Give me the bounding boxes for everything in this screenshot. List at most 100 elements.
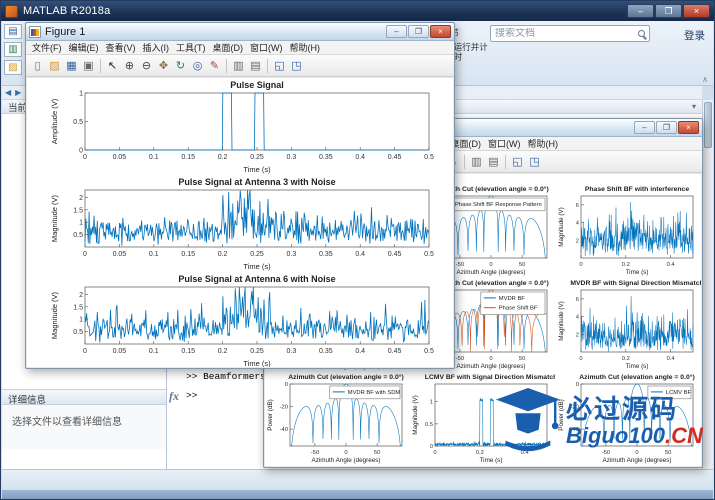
maximize-button[interactable]: ❐ (655, 4, 682, 18)
svg-text:0.25: 0.25 (250, 154, 264, 161)
menu-window[interactable]: 窗口(W) (250, 41, 283, 54)
toolbar-separator (100, 59, 101, 73)
svg-text:0.15: 0.15 (181, 251, 195, 258)
toolstrip-collapse-icon[interactable]: ∧ (702, 75, 708, 84)
svg-text:0.5: 0.5 (73, 329, 83, 336)
menu-desktop[interactable]: 桌面(D) (451, 137, 482, 150)
new-script-icon[interactable]: ▤ (4, 24, 22, 39)
close-button[interactable]: × (678, 121, 699, 134)
menu-help[interactable]: 帮助(H) (528, 137, 559, 150)
dock-figure-icon[interactable]: ◱ (271, 58, 288, 74)
svg-text:Azimuth Cut (elevation angle =: Azimuth Cut (elevation angle = 0.0°) (288, 373, 403, 381)
svg-text:Magnitude (V): Magnitude (V) (50, 194, 59, 242)
toolstrip-left-rail: ▤ ▥ ▨ (4, 24, 26, 75)
new-figure-icon[interactable]: ▯ (29, 58, 46, 74)
svg-text:0.5: 0.5 (424, 348, 434, 355)
menu-view[interactable]: 查看(V) (106, 41, 136, 54)
brush-data-icon[interactable]: ✎ (206, 58, 223, 74)
open-file-icon[interactable]: ▨ (46, 58, 63, 74)
figure1-titlebar[interactable]: Figure 1 –❐× (26, 23, 454, 41)
menu-help[interactable]: 帮助(H) (290, 41, 321, 54)
insert-legend-icon[interactable]: ▤ (247, 58, 264, 74)
close-button[interactable]: × (683, 4, 710, 18)
svg-text:Azimuth Angle (degrees): Azimuth Angle (degrees) (457, 363, 526, 370)
svg-text:Azimuth Angle (degrees): Azimuth Angle (degrees) (457, 269, 526, 276)
insert-colorbar-icon[interactable]: ▥ (468, 154, 485, 170)
svg-text:0.1: 0.1 (149, 154, 159, 161)
zoom-in-icon[interactable]: ⊕ (121, 58, 138, 74)
statusbar (2, 469, 713, 490)
svg-text:0.45: 0.45 (388, 154, 402, 161)
svg-text:0.5: 0.5 (73, 119, 83, 126)
svg-text:0.2: 0.2 (218, 251, 228, 258)
zoom-out-icon[interactable]: ⊖ (138, 58, 155, 74)
figure-icon (29, 26, 41, 38)
maximize-button[interactable]: ❐ (408, 25, 429, 38)
svg-text:0.2: 0.2 (218, 154, 228, 161)
search-icon[interactable] (638, 30, 645, 37)
svg-text:MVDR BF with Signal Direction: MVDR BF with Signal Direction Mismatch (570, 280, 701, 287)
run-and-time-label: 运行并计时 (454, 43, 494, 63)
scrollbar-thumb[interactable] (704, 102, 712, 148)
data-cursor-icon[interactable]: ◎ (189, 58, 206, 74)
figure2-subplot-7: Azimuth Cut (elevation angle = 0.0°)-500… (265, 372, 410, 466)
svg-text:0.05: 0.05 (113, 348, 127, 355)
svg-text:0.2: 0.2 (476, 450, 484, 456)
svg-text:0.45: 0.45 (388, 348, 402, 355)
svg-text:Time (s): Time (s) (243, 165, 271, 174)
maximize-button[interactable]: ❐ (656, 121, 677, 134)
main-window-title: MATLAB R2018a (23, 5, 110, 17)
svg-text:0.2: 0.2 (621, 356, 629, 362)
figure1-subplot-3: Pulse Signal at Antenna 6 with Noise00.0… (27, 272, 453, 367)
doc-search-input[interactable] (495, 28, 635, 39)
menu-insert[interactable]: 插入(I) (143, 41, 170, 54)
menu-file[interactable]: 文件(F) (32, 41, 62, 54)
dock-figure-icon[interactable]: ◱ (509, 154, 526, 170)
rotate-3d-icon[interactable]: ↻ (172, 58, 189, 74)
svg-text:2: 2 (79, 195, 83, 202)
back-icon[interactable]: ◀ (5, 88, 11, 97)
svg-text:Phase Shift BF: Phase Shift BF (499, 306, 538, 312)
svg-text:0: 0 (579, 356, 582, 362)
minimize-button[interactable]: – (386, 25, 407, 38)
svg-text:0.35: 0.35 (319, 251, 333, 258)
insert-legend-icon[interactable]: ▤ (485, 154, 502, 170)
svg-text:2: 2 (575, 332, 578, 338)
svg-text:0.1: 0.1 (149, 251, 159, 258)
open-file-icon[interactable]: ▨ (4, 60, 22, 75)
menu-desktop[interactable]: 桌面(D) (213, 41, 244, 54)
svg-text:0: 0 (83, 154, 87, 161)
close-button[interactable]: × (430, 25, 451, 38)
insert-colorbar-icon[interactable]: ▥ (230, 58, 247, 74)
main-titlebar[interactable]: MATLAB R2018a –❐× (1, 1, 714, 21)
svg-text:0: 0 (490, 262, 493, 268)
doc-search-box[interactable] (490, 25, 650, 42)
svg-text:0.4: 0.4 (666, 356, 675, 362)
svg-text:6: 6 (575, 297, 578, 303)
edit-plot-icon[interactable]: ↖ (104, 58, 121, 74)
svg-text:1: 1 (79, 317, 83, 324)
svg-text:0.25: 0.25 (250, 348, 264, 355)
minimize-button[interactable]: – (634, 121, 655, 134)
new-live-script-icon[interactable]: ▥ (4, 42, 22, 57)
forward-icon[interactable]: ▶ (15, 88, 21, 97)
menu-edit[interactable]: 编辑(E) (69, 41, 99, 54)
pan-icon[interactable]: ✥ (155, 58, 172, 74)
print-icon[interactable]: ▣ (80, 58, 97, 74)
link-plots-icon[interactable]: ◳ (526, 154, 543, 170)
minimize-button[interactable]: – (627, 4, 654, 18)
menu-window[interactable]: 窗口(W) (488, 137, 521, 150)
toolbar-separator (226, 59, 227, 73)
watermark-brand-en: Biguo100.CN (566, 424, 703, 448)
svg-text:Time (s): Time (s) (243, 359, 271, 367)
details-header[interactable]: 详细信息 (2, 389, 166, 405)
svg-text:MVDR BF: MVDR BF (499, 296, 526, 302)
menu-tools[interactable]: 工具(T) (176, 41, 206, 54)
link-plots-icon[interactable]: ◳ (288, 58, 305, 74)
svg-text:Pulse Signal: Pulse Signal (230, 80, 284, 90)
svg-text:Phase Shift BF Response Patter: Phase Shift BF Response Pattern (455, 202, 542, 208)
save-figure-icon[interactable]: ▦ (63, 58, 80, 74)
login-button[interactable]: 登录 (684, 28, 705, 43)
command-window-menu-icon[interactable]: ▾ (692, 102, 696, 111)
svg-text:0.5: 0.5 (424, 154, 434, 161)
